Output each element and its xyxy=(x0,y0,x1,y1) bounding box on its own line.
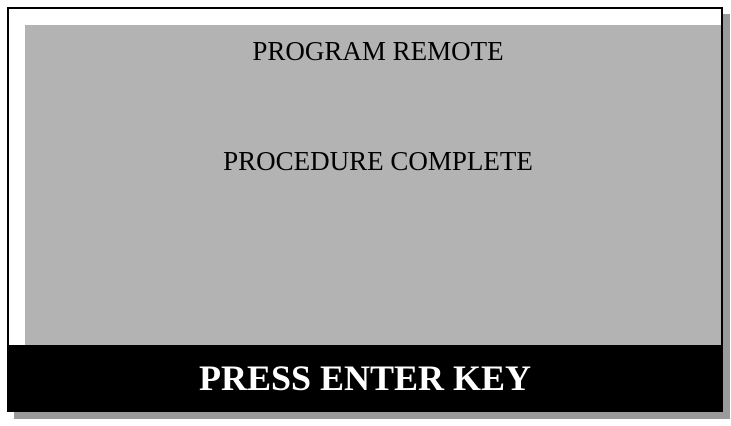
status-message: PROCEDURE COMPLETE xyxy=(223,146,533,176)
display-area: PROGRAM REMOTE PROCEDURE COMPLETE xyxy=(25,25,721,353)
prompt-bar: PRESS ENTER KEY xyxy=(9,345,721,410)
screen-title: PROGRAM REMOTE xyxy=(252,36,504,66)
enter-key-prompt: PRESS ENTER KEY xyxy=(198,358,532,398)
lcd-screen: PROGRAM REMOTE PROCEDURE COMPLETE PRESS … xyxy=(7,7,723,412)
